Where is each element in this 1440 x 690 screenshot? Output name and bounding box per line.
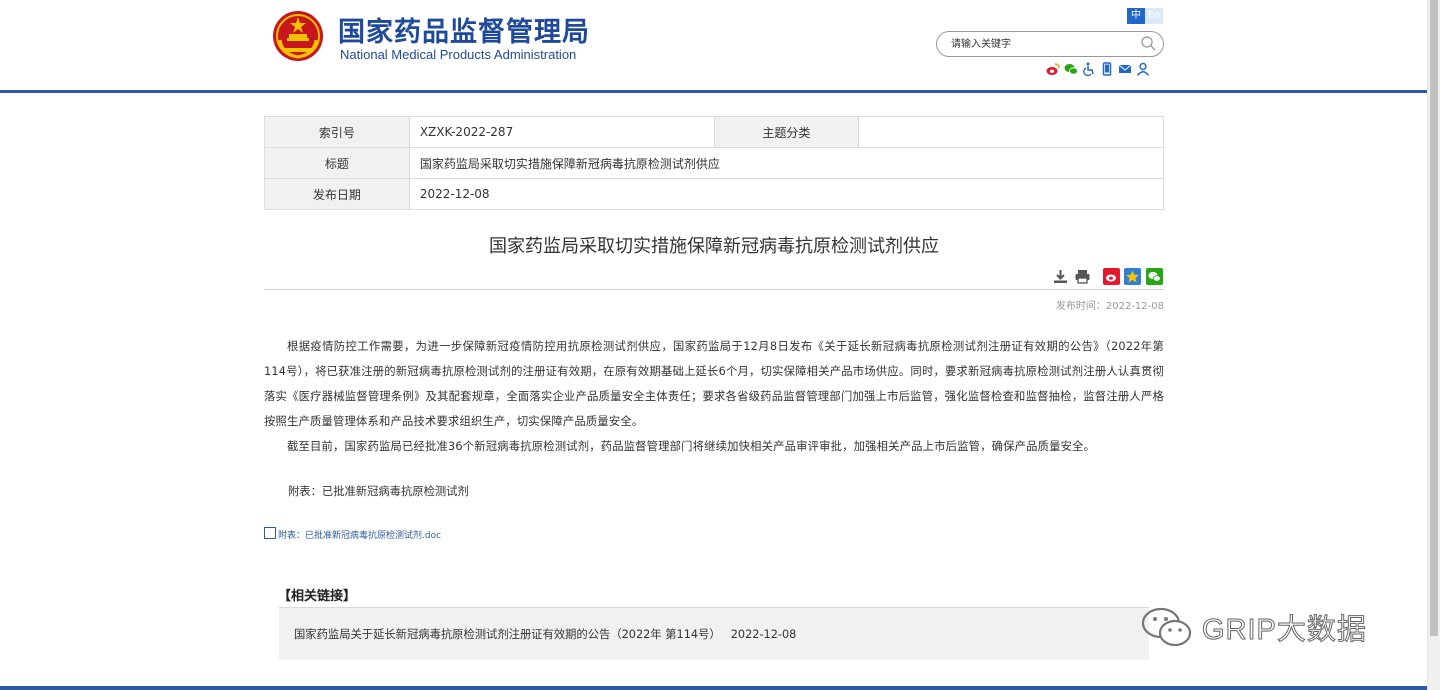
table-row: 标题 国家药监局采取切实措施保障新冠病毒抗原检测试剂供应 [264,147,1165,179]
user-icon[interactable] [1136,61,1150,77]
footer-divider [0,686,1428,690]
search-icon[interactable] [1140,35,1157,52]
accessibility-icon[interactable] [1082,61,1096,77]
lang-zh-button[interactable]: 中 [1127,8,1145,24]
article-title: 国家药监局采取切实措施保障新冠病毒抗原检测试剂供应 [489,236,939,257]
header-divider [0,90,1428,93]
title-value: 国家药监局采取切实措施保障新冠病毒抗原检测试剂供应 [408,147,1165,179]
search-box [936,31,1164,57]
share-wechat-icon[interactable] [1146,268,1163,286]
index-value: XZXK-2022-287 [408,116,715,148]
share-weibo-icon[interactable] [1103,268,1120,286]
date-label: 发布日期 [264,178,410,210]
related-link[interactable]: 国家药监局关于延长新冠病毒抗原检测试剂注册证有效期的公告（2022年 第114号… [294,626,796,642]
download-icon[interactable] [1052,268,1069,286]
date-value: 2022-12-08 [408,178,1165,210]
attachment-link-text[interactable]: 附表：已批准新冠病毒抗原检测试剂.doc [278,531,441,541]
related-link-title[interactable]: 国家药监局关于延长新冠病毒抗原检测试剂注册证有效期的公告（2022年 第114号… [294,628,721,641]
mail-icon[interactable] [1118,61,1132,77]
wechat-watermark-icon [1141,607,1192,647]
scrollbar-thumb[interactable] [1430,0,1438,636]
mobile-icon[interactable] [1100,61,1114,77]
site-name-en[interactable]: National Medical Products Administration [340,47,576,62]
related-links-box: 国家药监局关于延长新冠病毒抗原检测试剂注册证有效期的公告（2022年 第114号… [279,608,1149,660]
index-label: 索引号 [264,116,410,148]
search-input[interactable] [951,36,1131,52]
article-paragraph: 截至目前，国家药监局已经批准36个新冠病毒抗原检测试剂，药品监督管理部门将继续加… [287,440,1096,453]
watermark: GRIP大数据 [1140,604,1367,650]
wechat-icon[interactable] [1064,61,1078,77]
category-label: 主题分类 [713,116,860,148]
related-links-heading: 【相关链接】 [278,589,357,604]
national-emblem-icon[interactable] [272,10,324,62]
title-label: 标题 [264,147,410,179]
site-name-cn[interactable]: 国家药品监督管理局 [338,10,590,49]
publish-time: 发布时间：2022-12-08 [1055,301,1164,312]
article-meta-table: 索引号 XZXK-2022-287 主题分类 标题 国家药监局采取切实措施保障新… [264,116,1165,210]
page-scrollbar[interactable] [1427,0,1440,690]
related-link-date: 2022-12-08 [730,628,797,641]
attachment-note: 附表：已批准新冠病毒抗原检测试剂 [288,485,469,498]
document-icon [264,527,276,539]
table-row: 发布日期 2022-12-08 [264,178,1165,210]
weibo-icon[interactable] [1046,61,1060,77]
article-body: 根据疫情防控工作需要，为进一步保障新冠疫情防控用抗原检测试剂供应，国家药监局于1… [264,334,1164,459]
category-value [858,116,1164,148]
attachment-link[interactable]: 附表：已批准新冠病毒抗原检测试剂.doc [264,527,441,541]
watermark-text: GRIP大数据 [1202,614,1367,647]
article-paragraph: 根据疫情防控工作需要，为进一步保障新冠疫情防控用抗原检测试剂供应，国家药监局于1… [264,340,1164,428]
title-divider [264,289,1164,290]
site-header: 国家药品监督管理局 National Medical Products Admi… [0,0,1428,90]
table-row: 索引号 XZXK-2022-287 主题分类 [264,116,1164,148]
header-icon-bar [1046,61,1150,77]
lang-en-button[interactable]: En [1145,8,1163,24]
print-icon[interactable] [1074,268,1091,286]
share-favorite-icon[interactable] [1124,268,1141,286]
